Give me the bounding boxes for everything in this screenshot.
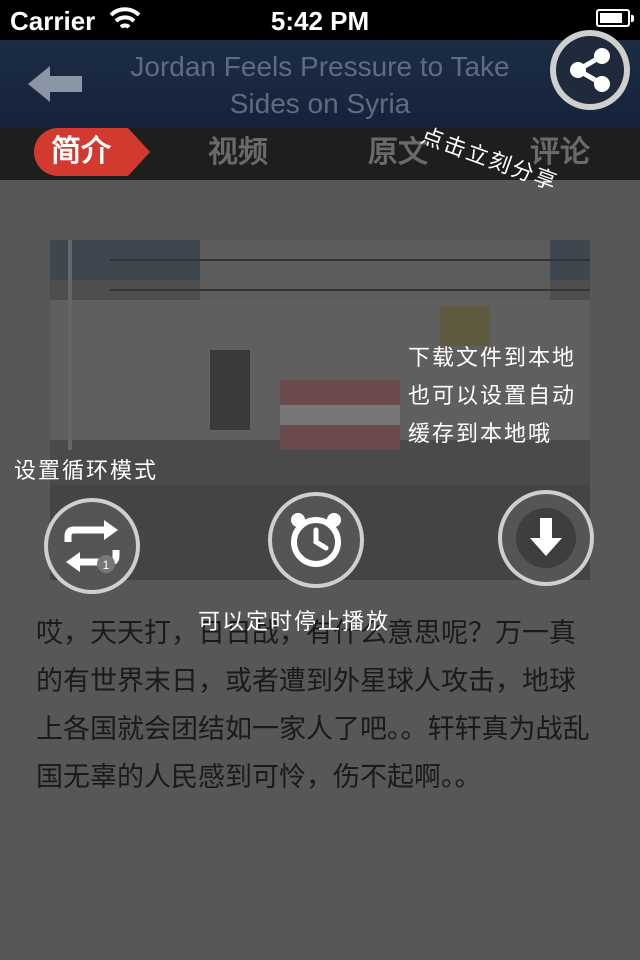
battery-level	[600, 13, 622, 23]
title-line-2: Sides on Syria	[229, 88, 411, 119]
share-icon	[570, 48, 610, 92]
content-area: 哎，天天打，日日战，有什么意思呢？万一真的有世界末日，或者遭到外星球人攻击，地球…	[0, 180, 640, 960]
download-hint-line-1: 下载文件到本地	[408, 346, 577, 371]
article-summary: 哎，天天打，日日战，有什么意思呢？万一真的有世界末日，或者遭到外星球人攻击，地球…	[36, 618, 590, 793]
alarm-clock-icon	[291, 513, 341, 567]
timer-hint: 可以定时停止播放	[198, 610, 391, 635]
title-line-1: Jordan Feels Pressure to Take	[130, 51, 510, 82]
navigation-bar: Jordan Feels Pressure to Take Sides on S…	[0, 40, 640, 128]
download-hint-line-2: 也可以设置自动	[408, 384, 577, 409]
tab-summary[interactable]: 简介	[34, 128, 150, 176]
battery-icon	[596, 9, 634, 27]
repeat-icon: 1	[64, 520, 120, 573]
status-time: 5:42 PM	[270, 6, 370, 36]
status-bar: Carrier 5:42 PM	[0, 0, 640, 40]
tab-video[interactable]: 视频	[208, 128, 268, 180]
download-hint-line-3: 缓存到本地哦	[408, 422, 553, 447]
sleep-timer-button[interactable]	[272, 496, 360, 584]
download-hint: 下载文件到本地 也可以设置自动 缓存到本地哦	[408, 340, 576, 454]
tab-original[interactable]: 原文	[368, 128, 428, 180]
download-icon	[516, 508, 576, 568]
back-arrow-icon[interactable]	[24, 62, 86, 106]
repeat-hint: 设置循环模式	[14, 459, 159, 484]
repeat-button[interactable]: 1	[48, 502, 136, 590]
repeat-count-badge: 1	[103, 558, 110, 572]
share-button[interactable]	[556, 36, 624, 104]
article-title: Jordan Feels Pressure to Take Sides on S…	[100, 48, 540, 122]
download-button[interactable]	[502, 494, 590, 582]
